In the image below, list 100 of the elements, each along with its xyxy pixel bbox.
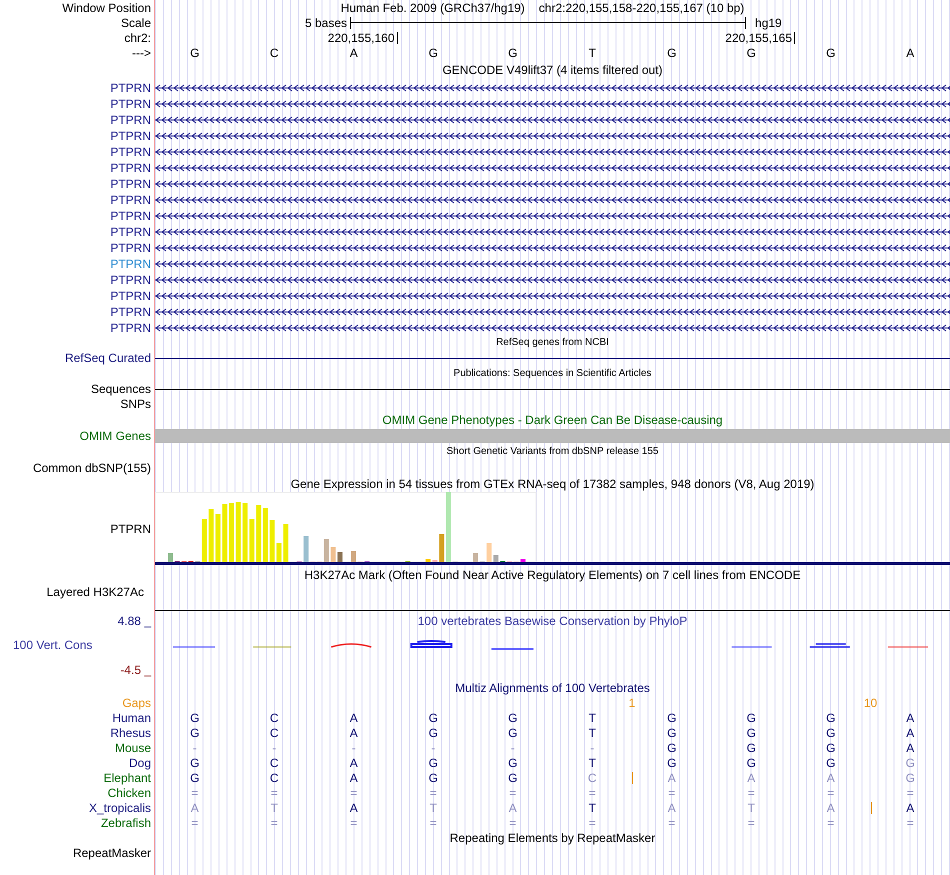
aligned-base: A (668, 802, 676, 814)
gene-label[interactable]: PTPRN (110, 130, 151, 142)
base-letter: G (508, 46, 518, 58)
aligned-base: A (906, 742, 914, 754)
aligned-base: - (352, 742, 356, 754)
gene-label[interactable]: PTPRN (110, 194, 151, 206)
gene-label[interactable]: PTPRN (110, 290, 151, 302)
aligned-base: = (350, 787, 358, 799)
gene-label[interactable]: PTPRN (110, 226, 151, 238)
gene-label[interactable]: PTPRN (110, 146, 151, 158)
aligned-base: A (668, 772, 676, 784)
species-label: Elephant (104, 772, 151, 784)
track-label: RepeatMasker (72, 846, 151, 858)
track-label: Layered H3K27Ac (46, 586, 144, 598)
aligned-base: A (826, 772, 835, 784)
aligned-base: G (667, 727, 676, 739)
aligned-base: = (906, 817, 914, 829)
aligned-base: T (748, 802, 755, 814)
track-label: Scale (120, 16, 151, 28)
gap-number: 1 (628, 697, 636, 709)
track-label: Gaps (122, 696, 151, 708)
insertion-tick (632, 772, 633, 784)
position-tick: 220,155,165 (725, 32, 795, 44)
gene-label[interactable]: PTPRN (110, 242, 151, 254)
insertion-tick (870, 802, 872, 814)
aligned-base: = (748, 817, 755, 829)
track-title: Repeating Elements by RepeatMasker (450, 832, 656, 844)
aligned-base: G (428, 712, 438, 724)
aligned-base: A (906, 712, 914, 724)
base-letter: A (350, 46, 358, 58)
gene-label[interactable]: PTPRN (110, 114, 151, 126)
position-tick: 220,155,160 (328, 32, 398, 44)
aligned-base: T (588, 727, 596, 739)
aligned-base: G (508, 772, 518, 784)
aligned-base: G (746, 742, 756, 754)
aligned-base: = (509, 787, 516, 799)
aligned-base: G (508, 757, 518, 769)
aligned-base: = (270, 787, 278, 799)
aligned-base: G (508, 712, 518, 724)
aligned-base: = (827, 817, 834, 829)
scale-text: 5 bases (305, 16, 348, 28)
aligned-base: A (906, 727, 914, 739)
gene-label[interactable]: PTPRN (110, 98, 151, 110)
assembly-text: Human Feb. 2009 (GRCh37/hg19) (340, 2, 525, 14)
aligned-base: = (270, 817, 278, 829)
gene-label[interactable]: PTPRN (110, 274, 151, 286)
aligned-base: - (272, 742, 276, 754)
expression-bar (222, 504, 228, 562)
aligned-base: A (350, 727, 358, 739)
aligned-base: G (428, 772, 438, 784)
aligned-base: G (746, 757, 756, 769)
base-letter: A (906, 46, 914, 58)
species-label: Rhesus (110, 726, 151, 738)
track-title: RefSeq genes from NCBI (496, 338, 609, 348)
aligned-base: G (190, 772, 200, 784)
gene-label[interactable]: PTPRN (110, 306, 151, 318)
aligned-base: G (826, 727, 836, 739)
track-title: GENCODE V49lift37 (4 items filtered out) (442, 64, 663, 76)
aligned-base: A (906, 802, 914, 814)
gene-label[interactable]: PTPRN (110, 82, 151, 94)
aligned-base: = (588, 817, 596, 829)
track-label: Window Position (62, 2, 151, 14)
aligned-base: G (746, 712, 756, 724)
track-label: Sequences (90, 383, 151, 395)
expression-bar (283, 524, 288, 562)
aligned-base: G (428, 727, 438, 739)
species-label: Human (112, 712, 151, 724)
aligned-base: G (667, 712, 676, 724)
aligned-base: A (826, 802, 835, 814)
axis-min-label: -4.5 _ (120, 664, 151, 676)
aligned-base: G (906, 757, 915, 769)
aligned-base: G (906, 772, 915, 784)
gene-label[interactable]: PTPRN (110, 322, 151, 334)
track-label: chr2: (124, 32, 151, 44)
aligned-base: T (430, 802, 437, 814)
aligned-base: C (270, 772, 279, 784)
gene-label[interactable]: PTPRN (110, 210, 151, 222)
position-text: chr2:220,155,158-220,155,167 (10 bp) (538, 2, 744, 14)
aligned-base: G (667, 757, 676, 769)
track-title: H3K27Ac Mark (Often Found Near Active Regulatory Elements) on 7 cell lines from ENCODE (304, 569, 801, 581)
aligned-base: G (190, 712, 200, 724)
aligned-base: C (270, 727, 279, 739)
track-title: Multiz Alignments of 100 Vertebrates (455, 682, 650, 694)
base-letter: C (270, 46, 279, 58)
aligned-base: = (748, 787, 755, 799)
base-letter: G (667, 46, 676, 58)
gene-label[interactable]: PTPRN (110, 178, 151, 190)
aligned-base: A (508, 802, 517, 814)
aligned-base: G (190, 727, 200, 739)
gene-label[interactable]: PTPRN (110, 258, 151, 270)
gene-label[interactable]: PTPRN (110, 162, 151, 174)
track-title: Short Genetic Variants from dbSNP release 155 (446, 447, 658, 457)
aligned-base: = (827, 787, 834, 799)
aligned-base: = (906, 787, 914, 799)
aligned-base: G (428, 757, 438, 769)
base-letter: G (746, 46, 756, 58)
aligned-base: = (191, 817, 198, 829)
aligned-base: - (192, 742, 197, 754)
aligned-base: T (270, 802, 278, 814)
aligned-base: G (826, 712, 836, 724)
